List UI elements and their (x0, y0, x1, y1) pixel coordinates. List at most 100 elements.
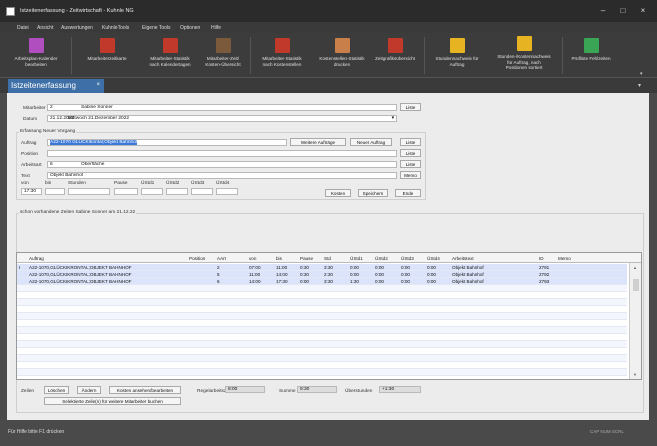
pause-input[interactable] (114, 188, 138, 195)
table-row[interactable] (17, 355, 627, 362)
worker-card-button[interactable]: Mitarbeiterzeitkarte (74, 35, 140, 77)
checklist-icon (583, 38, 599, 53)
ende-button[interactable]: Ende (395, 189, 421, 197)
menu-optionen[interactable]: Optionen (180, 25, 200, 31)
menu-ansicht[interactable]: Ansicht (37, 25, 53, 31)
col-ustd3[interactable]: ÜStd3 (401, 256, 414, 261)
ustd3-input[interactable] (191, 188, 213, 195)
menu-auswertungen[interactable]: Auswertungen (61, 25, 93, 31)
time-cost-button[interactable]: Mitarbeiter-Zeit/ Kosten-Übersicht (198, 35, 248, 77)
calendar-button[interactable]: Arbeitsplan-Kalender bearbeiten (3, 35, 69, 77)
zeiten-table[interactable]: Auftrag Position AArt von bis Pause Std … (16, 252, 642, 380)
bis-label: bis (45, 181, 52, 186)
checklist-button[interactable]: Prüfliste Fehlzeiten (564, 35, 618, 77)
col-arbeitstext[interactable]: Arbeitstext (452, 256, 474, 261)
table-row[interactable]: I A22-1070,GLÜCKIKRONTAL;OBJEKT BAHNHOF 2 0… (17, 264, 627, 271)
table-row[interactable]: A22-1070,GLÜCKIKRONTAL;OBJEKT BAHNHOF 5 11… (17, 271, 627, 278)
col-bis[interactable]: bis (276, 256, 282, 261)
ribbon-label: Mitarbeiterzeitkarte (87, 56, 127, 61)
tab-istzeitenerfassung[interactable]: Istzeitenerfassung × (8, 79, 104, 93)
hours-order-button[interactable]: Stundennachweis für Auftrag (426, 35, 488, 77)
tab-dropdown-icon[interactable]: ▾ (638, 82, 641, 89)
ustd2-input[interactable] (166, 188, 188, 195)
col-memo[interactable]: Memo (558, 256, 571, 261)
neuer-auftrag-button[interactable]: Neuer Auftrag (350, 138, 392, 146)
ribbon-scroll-icon[interactable]: ▾ (640, 71, 643, 77)
stunden-input[interactable] (68, 188, 110, 195)
weitere-auftraege-button[interactable]: Weitere Aufträge (290, 138, 346, 146)
scroll-up-icon[interactable]: ▲ (633, 265, 637, 270)
table-row[interactable] (17, 292, 627, 299)
col-auftrag[interactable]: Auftrag (29, 256, 44, 261)
datum-dropdown-icon[interactable]: ▾ (392, 116, 394, 121)
arbeitsart-liste-button[interactable]: Liste (400, 160, 421, 168)
table-row[interactable]: A22-1070,GLÜCKIKRONTAL;OBJEKT BAHNHOF 6 14… (17, 278, 627, 285)
col-position[interactable]: Position (189, 256, 205, 261)
col-aart[interactable]: AArt (217, 256, 226, 261)
table-row[interactable] (17, 299, 627, 306)
table-row[interactable] (17, 334, 627, 341)
col-pause[interactable]: Pause (300, 256, 313, 261)
table-row[interactable] (17, 348, 627, 355)
status-bar: Für Hilfe bitte F1 drücken CAP NUM SCRL (0, 420, 657, 446)
mitarbeiter-field[interactable]: 2 Sabine Sonner (47, 104, 397, 111)
col-std[interactable]: Std (324, 256, 331, 261)
menu-kuhnletools[interactable]: KuhnleTools (102, 25, 129, 31)
auftrag-value: A22-1070 GLÜCKIkontal;Objekt Bahnhof (50, 140, 138, 145)
col-ustd4[interactable]: ÜStd4 (427, 256, 440, 261)
table-row[interactable] (17, 369, 627, 376)
ustd4-input[interactable] (216, 188, 238, 195)
col-id[interactable]: ID (539, 256, 544, 261)
mitarbeiter-liste-button[interactable]: Liste (400, 103, 421, 111)
table-row[interactable] (17, 313, 627, 320)
arbeitsart-field[interactable]: 6 Oberfläche (47, 161, 397, 168)
cell-ustd1: 0:00 (350, 272, 359, 277)
text-field[interactable]: Objekt Bahnhof (47, 172, 397, 179)
auftrag-liste-button[interactable]: Liste (400, 138, 421, 146)
minimize-button[interactable]: – (596, 5, 610, 17)
auftrag-field[interactable]: A22-1070 GLÜCKIkontal;Objekt Bahnhof (47, 139, 287, 146)
datum-field[interactable]: 21.12.2022 Mittwoch 21.Dezember 2022 ▾ (47, 115, 397, 122)
menu-hilfe[interactable]: Hilfe (211, 25, 221, 31)
memo-button[interactable]: Memo (400, 171, 421, 179)
table-row[interactable] (17, 285, 627, 292)
time-graph-button[interactable]: Zeitgrafiksübersicht (370, 35, 420, 77)
ribbon-label: Kostenstellen-Statistik (319, 56, 365, 61)
speichern-button[interactable]: Speichern (358, 189, 388, 197)
table-row[interactable] (17, 362, 627, 369)
window-title: Istzeitenerfassung - Zeitwirtschaft - Ku… (20, 8, 134, 14)
bis-input[interactable] (45, 188, 65, 195)
hours-cost-order-button[interactable]: Stunden-/Kostennachweis für Auftrag, nac… (488, 35, 560, 77)
table-row[interactable] (17, 306, 627, 313)
aendern-button[interactable]: Ändern (77, 386, 101, 394)
von-input[interactable]: 17:30 (21, 188, 42, 195)
table-row[interactable] (17, 327, 627, 334)
kosten-button[interactable]: Kosten (325, 189, 351, 197)
col-von[interactable]: von (249, 256, 256, 261)
statistics-calendar-button[interactable]: Mitarbeiter-Statistik nach Kalendertagen (138, 35, 202, 77)
selektierte-zeilen-button[interactable]: Selektierte Zeile(n) für weitere Mitarbe… (44, 397, 181, 405)
scroll-thumb[interactable] (633, 279, 639, 291)
cell-ustd4: 0:00 (427, 265, 436, 270)
scroll-down-icon[interactable]: ▼ (633, 372, 637, 377)
cell-bis: 14:00 (276, 272, 288, 277)
print-statistic-button[interactable]: Kostenstellen-Statistik drucken (310, 35, 374, 77)
maximize-button[interactable]: □ (616, 5, 630, 17)
close-button[interactable]: × (636, 5, 650, 17)
table-scrollbar[interactable]: ▲ ▼ (629, 263, 641, 379)
tab-close-icon[interactable]: × (96, 82, 100, 88)
position-liste-button[interactable]: Liste (400, 149, 421, 157)
col-ustd2[interactable]: ÜStd2 (375, 256, 388, 261)
datum-long: Mittwoch 21.Dezember 2022 (68, 116, 130, 121)
menu-datei[interactable]: Datei (17, 25, 29, 31)
position-field[interactable] (47, 150, 397, 157)
loeschen-button[interactable]: Löschen (44, 386, 69, 394)
ustd1-input[interactable] (141, 188, 163, 195)
statistics-costcenter-button[interactable]: Mitarbeiter-Statistik nach Kostenstellen (252, 35, 312, 77)
status-keys: CAP NUM SCRL (590, 429, 624, 434)
menu-eigene-tools[interactable]: Eigene Tools (142, 25, 171, 31)
table-row[interactable] (17, 320, 627, 327)
table-row[interactable] (17, 341, 627, 348)
col-ustd1[interactable]: ÜStd1 (350, 256, 363, 261)
kosten-ansehen-button[interactable]: Kosten ansehen/bearbeiten (109, 386, 181, 394)
